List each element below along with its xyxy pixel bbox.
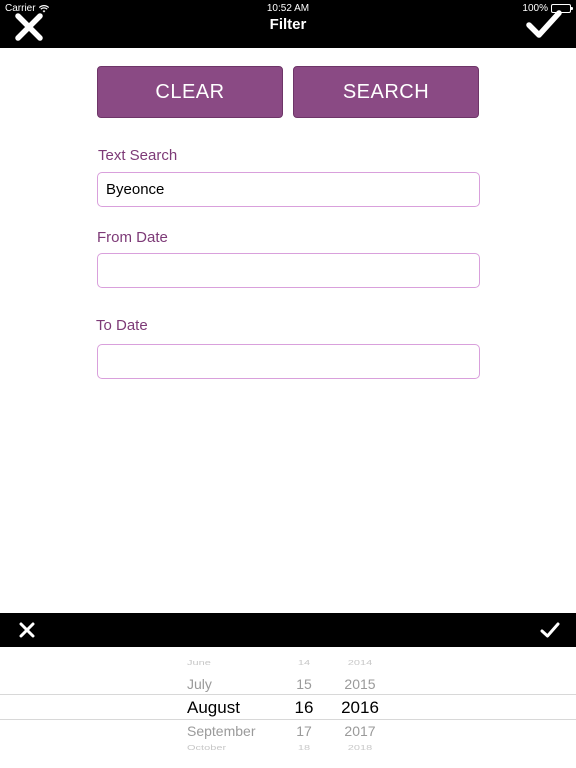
year-option[interactable]: 2017 — [330, 723, 390, 739]
to-date-label: To Date — [96, 317, 148, 334]
navigation-bar: Carrier 10:52 AM 100% Filter — [0, 0, 576, 48]
from-date-label: From Date — [97, 229, 168, 246]
page-title: Filter — [269, 16, 307, 33]
date-picker-wheel[interactable]: June July August September October 14 15… — [0, 647, 576, 768]
status-time: 10:52 AM — [266, 3, 310, 14]
day-option[interactable]: 17 — [274, 723, 334, 739]
picker-done-icon[interactable] — [540, 621, 560, 639]
day-option[interactable]: 14 — [274, 659, 334, 667]
picker-cancel-icon[interactable] — [19, 622, 35, 638]
picker-selection-bottom-line — [0, 719, 576, 720]
picker-selection-top-line — [0, 694, 576, 695]
search-button[interactable]: SEARCH — [293, 66, 479, 118]
checkmark-icon[interactable] — [526, 8, 562, 40]
from-date-input[interactable] — [97, 253, 480, 288]
year-option[interactable]: 2015 — [330, 676, 390, 692]
year-option[interactable]: 2014 — [330, 659, 390, 667]
day-option[interactable]: 18 — [274, 744, 334, 752]
year-option-selected[interactable]: 2016 — [330, 698, 390, 718]
text-search-input[interactable] — [97, 172, 480, 207]
year-option[interactable]: 2018 — [330, 744, 390, 752]
day-option-selected[interactable]: 16 — [274, 698, 334, 718]
picker-toolbar — [0, 613, 576, 647]
to-date-input[interactable] — [97, 344, 480, 379]
text-search-label: Text Search — [98, 147, 178, 164]
clear-button[interactable]: CLEAR — [97, 66, 283, 118]
filter-screen: Carrier 10:52 AM 100% Filter CLEAR SEARC… — [0, 0, 576, 768]
day-option[interactable]: 15 — [274, 676, 334, 692]
